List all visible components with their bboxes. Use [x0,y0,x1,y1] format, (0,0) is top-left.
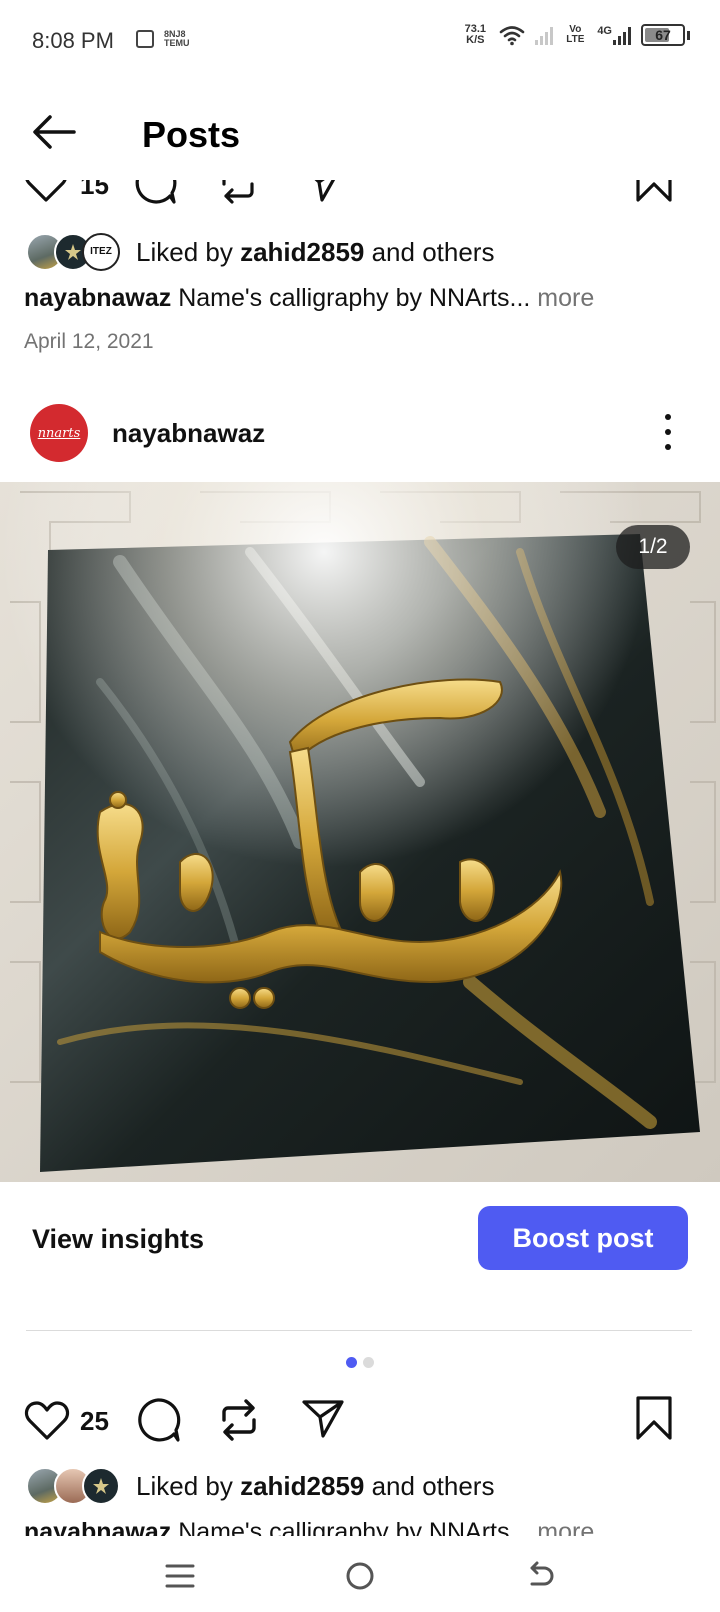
divider [26,1330,692,1331]
status-indicators: 73.1 K/S Vo LTE 4G 67 [461,24,690,46]
comment-icon[interactable] [132,180,178,206]
post-username[interactable]: nayabnawaz [112,418,265,449]
view-insights-link[interactable]: View insights [32,1224,204,1255]
liked-by-avatars: ITEZ [26,233,122,271]
signal-sim2: 4G [597,25,631,45]
menu-icon [165,1564,195,1588]
heart-icon[interactable] [24,180,68,204]
recent-apps-button[interactable] [150,1552,210,1600]
bookmark-icon[interactable] [634,180,674,204]
wifi-icon [500,26,525,46]
previous-like-count: 15 [80,180,109,200]
share-icon[interactable] [300,180,344,204]
avatar-logo-text: nnarts [37,425,81,441]
boost-post-button[interactable]: Boost post [478,1206,688,1270]
page-title: Posts [142,114,241,155]
liked-by-text: Liked by zahid2859 and others [136,236,495,267]
notification-app-label: 8NJ8 TEMU [164,29,190,48]
home-button[interactable] [330,1552,390,1600]
post-date: April 12, 2021 [24,330,154,353]
signal-sim2-icon [613,25,631,45]
home-circle-icon [346,1562,374,1590]
avatar [82,1467,120,1505]
battery-tip [687,30,690,40]
like-count[interactable]: 25 [80,1406,109,1437]
post-header: nnarts nayabnawaz [0,400,720,480]
carousel-page-indicator: 1/2 [616,525,690,569]
liked-by-avatars [26,1467,122,1505]
network-speed: 73.1 K/S [464,23,487,46]
carousel-dots [346,1357,374,1368]
system-back-button[interactable] [510,1552,570,1600]
status-time: 8:08 PM [32,28,114,53]
status-bar: 8:08 PM 8NJ8 TEMU 73.1 K/S Vo LTE 4G 67 [0,0,720,80]
post-image[interactable] [0,482,720,1182]
back-return-icon [530,1561,554,1586]
more-link[interactable]: more [530,284,594,312]
battery-icon: 67 [641,24,685,46]
battery-level: 67 [655,27,671,43]
calligraphy-artwork-image [0,482,720,1182]
carousel-dot-active [346,1357,357,1368]
system-nav-bar [0,1540,720,1612]
volte-indicator: Vo LTE [566,24,585,45]
more-options-icon[interactable] [660,414,676,450]
signal-sim1-icon [535,25,554,45]
previous-liked-by[interactable]: ITEZ Liked by zahid2859 and others [26,232,494,272]
avatar: ITEZ [82,233,120,271]
share-icon[interactable] [300,1396,346,1440]
caption-clipped: nayabnawaz Name's calligraphy by NNArts.… [0,1522,720,1536]
carousel-dot [363,1357,374,1368]
bookmark-icon[interactable] [634,1394,674,1442]
page-header: Posts [0,80,720,180]
insights-row: View insights Boost post [0,1182,720,1294]
arrow-left-icon [33,115,76,149]
post-avatar[interactable]: nnarts [30,404,88,462]
post-caption[interactable]: nayabnawaz Name's calligraphy by NNArts.… [24,1522,594,1536]
post-actions: 25 [0,1394,720,1450]
notification-icons: 8NJ8 TEMU [136,29,190,48]
repost-icon[interactable] [216,180,260,206]
liked-by-text: Liked by zahid2859 and others [136,1470,495,1501]
comment-icon[interactable] [134,1396,182,1444]
previous-caption[interactable]: nayabnawaz Name's calligraphy by NNArts.… [24,284,594,313]
network-type: 4G [597,25,612,37]
repost-icon[interactable] [216,1396,262,1444]
previous-post-actions: 15 [0,180,720,216]
more-link[interactable]: more [530,1522,594,1536]
star-icon [93,1478,109,1494]
heart-icon[interactable] [24,1398,70,1442]
back-button[interactable] [30,112,78,152]
liked-by[interactable]: Liked by zahid2859 and others [26,1466,494,1506]
screen-record-icon [136,30,154,48]
